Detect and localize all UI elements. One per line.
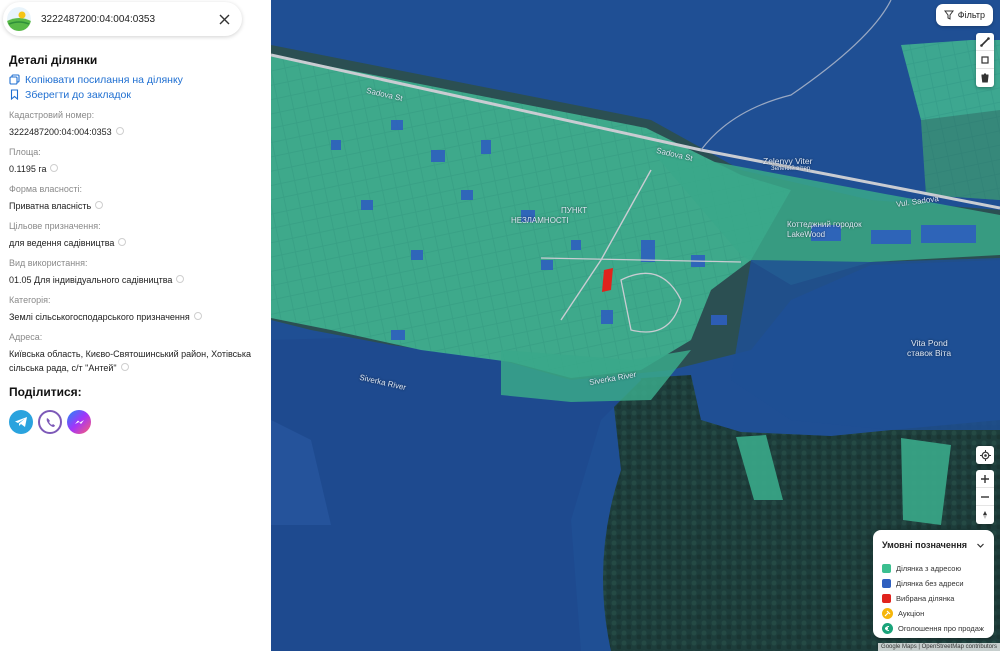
field-label: Форма власності: (9, 184, 82, 194)
legend-label: Ділянка з адресою (896, 564, 962, 573)
info-icon[interactable] (95, 201, 104, 209)
legend-item: Аукціон (882, 606, 985, 621)
field-label: Цільове призначення: (9, 221, 101, 231)
legend-label: Вибрана ділянка (896, 594, 955, 603)
legend-label: Аукціон (898, 609, 925, 618)
polygon-icon[interactable] (976, 51, 994, 69)
copy-link-button[interactable]: Копіювати посилання на ділянку (9, 72, 264, 87)
messenger-icon[interactable] (67, 410, 91, 434)
telegram-icon[interactable] (9, 410, 33, 434)
bookmark-icon (10, 89, 19, 100)
water-label: Vita Pond (911, 338, 948, 348)
field-label: Площа: (9, 147, 41, 157)
legend-item: Ділянка з адресою (882, 561, 985, 576)
search-bar[interactable]: 3222487200:04:004:0353 (3, 2, 242, 36)
legend-header[interactable]: Умовні позначення (882, 538, 985, 552)
field-address: Адреса: Київська область, Києво-Святошин… (9, 331, 264, 375)
poi-label: Zelenyy Viter (763, 156, 813, 166)
copy-icon (9, 74, 20, 85)
zoom-controls (976, 470, 994, 524)
bookmark-button[interactable]: Зберегти до закладок (9, 87, 264, 102)
zoom-in-icon[interactable] (976, 470, 994, 488)
locate-icon[interactable] (976, 446, 994, 464)
field-usage: Вид використання: 01.05 Для індивідуальн… (9, 257, 264, 287)
compass-icon[interactable] (976, 506, 994, 524)
ruler-icon[interactable] (976, 33, 994, 51)
water-label: ставок Віта (907, 348, 952, 358)
category-value: Землі сільськогосподарського призначення (9, 312, 190, 322)
info-icon[interactable] (118, 238, 127, 246)
field-category: Категорія: Землі сільськогосподарського … (9, 294, 264, 324)
sale-icon (882, 623, 893, 634)
info-icon[interactable] (120, 363, 129, 371)
viber-icon[interactable] (38, 410, 62, 434)
legend-title: Умовні позначення (882, 540, 968, 550)
auction-icon (882, 608, 893, 619)
field-purpose: Цільове призначення: для ведення садівни… (9, 220, 264, 250)
poi-label: Коттеджний городок LakeWood (787, 220, 862, 239)
zoom-out-icon[interactable] (976, 488, 994, 506)
swatch-no-address (882, 579, 891, 588)
poi-label: ПУНКТ (561, 206, 588, 215)
app-logo-icon (7, 7, 31, 31)
legend-label: Оголошення про продаж (898, 624, 984, 633)
parcel-details: Деталі ділянки Копіювати посилання на ді… (9, 53, 264, 434)
field-label: Адреса: (9, 332, 43, 342)
poi-sublabel: Зелений вітер (771, 166, 811, 172)
legend-item: Оголошення про продаж (882, 621, 985, 636)
filter-button[interactable]: Фільтр (935, 4, 993, 26)
details-title: Деталі ділянки (9, 53, 98, 67)
search-input[interactable]: 3222487200:04:004:0353 (41, 14, 214, 25)
copy-link-label: Копіювати посилання на ділянку (25, 73, 183, 86)
close-icon[interactable] (214, 9, 234, 29)
legend-label: Ділянка без адреси (896, 579, 964, 588)
info-icon[interactable] (50, 164, 59, 172)
swatch-selected (882, 594, 891, 603)
map-attribution[interactable]: Google Maps | OpenStreetMap contributors (878, 643, 1000, 651)
filter-label: Фільтр (957, 10, 985, 20)
info-icon[interactable] (193, 312, 202, 320)
field-cadastral: Кадастровий номер: 3222487200:04:004:035… (9, 109, 264, 139)
field-label: Вид використання: (9, 258, 88, 268)
info-icon[interactable] (115, 127, 124, 135)
chevron-down-icon[interactable] (976, 541, 985, 550)
filter-icon (943, 10, 954, 20)
legend-item: Вибрана ділянка (882, 591, 985, 606)
swatch-addressed (882, 564, 891, 573)
map-legend: Умовні позначення Ділянка з адресою Діля… (873, 530, 994, 638)
field-label: Категорія: (9, 295, 51, 305)
ownership-value: Приватна власність (9, 201, 92, 211)
area-value: 0.1195 га (9, 164, 47, 174)
locate-control (976, 446, 994, 464)
purpose-value: для ведення садівництва (9, 238, 115, 248)
bookmark-label: Зберегти до закладок (25, 88, 131, 101)
field-label: Кадастровий номер: (9, 110, 95, 120)
draw-tools (976, 33, 994, 87)
poi-label: НЕЗЛАМНОСТІ (511, 216, 569, 225)
usage-value: 01.05 Для індивідуального садівництва (9, 275, 173, 285)
share-buttons (9, 410, 264, 434)
legend-item: Ділянка без адреси (882, 576, 985, 591)
map-view[interactable]: Sadova St Sadova St Vul. Sadova Zelenyy … (271, 0, 1000, 651)
cadastral-number: 3222487200:04:004:0353 (9, 127, 112, 137)
field-ownership: Форма власності: Приватна власність (9, 183, 264, 213)
parcel-sidebar: 3222487200:04:004:0353 Деталі ділянки Ко… (0, 0, 271, 651)
info-icon[interactable] (176, 275, 185, 283)
share-title: Поділитися: (9, 385, 82, 399)
field-area: Площа: 0.1195 га (9, 146, 264, 176)
address-value: Київська область, Києво-Святошинський ра… (9, 349, 251, 373)
trash-icon[interactable] (976, 69, 994, 87)
